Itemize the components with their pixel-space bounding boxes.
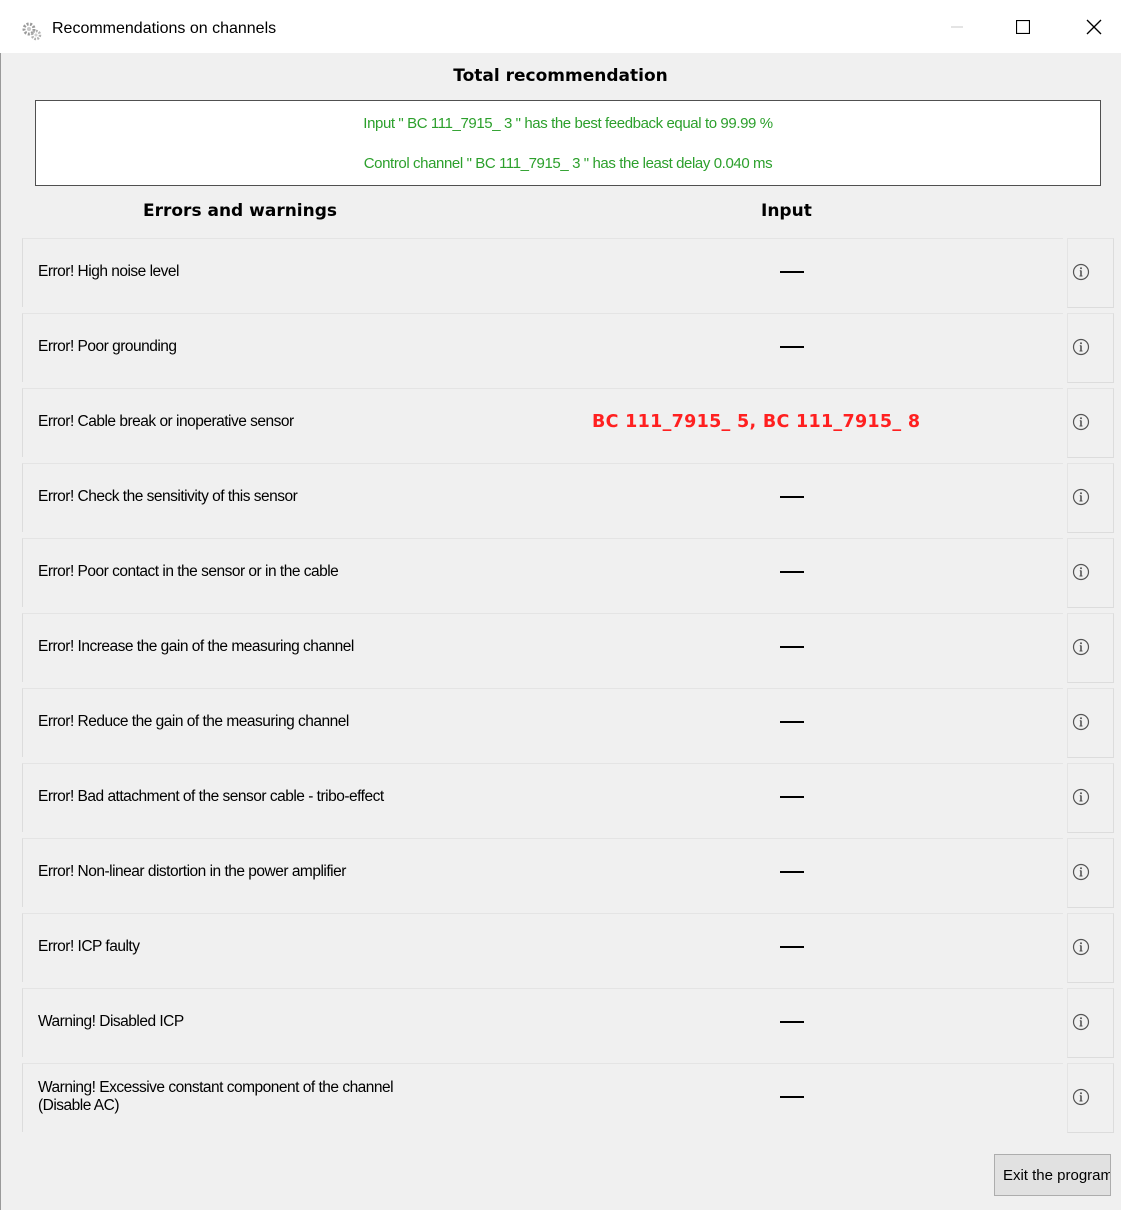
error-label: Error! Poor contact in the sensor or in … — [38, 562, 339, 580]
no-issue-dash — [582, 987, 1002, 1056]
no-issue-dash — [582, 537, 1002, 606]
info-circle-icon[interactable] — [1072, 563, 1090, 581]
dash-mark — [780, 645, 804, 648]
error-row: Error! Poor contact in the sensor or in … — [22, 537, 1114, 612]
info-circle-icon[interactable] — [1072, 338, 1090, 356]
exit-button-label: Exit the program — [1002, 1166, 1111, 1184]
info-circle-icon[interactable] — [1072, 1013, 1090, 1031]
no-issue-dash — [582, 312, 1002, 381]
gears-icon — [22, 22, 42, 41]
info-circle-icon[interactable] — [1072, 1088, 1090, 1106]
dash-mark — [780, 870, 804, 873]
error-row: Error! Non-linear distortion in the powe… — [22, 837, 1114, 912]
error-row: Error! Bad attachment of the sensor cabl… — [22, 762, 1114, 837]
affected-inputs: BC 111_7915_ 5, BC 111_7915_ 8 — [592, 411, 921, 432]
maximize-icon — [1016, 20, 1030, 34]
error-label: Error! ICP faulty — [38, 937, 140, 955]
no-issue-dash — [582, 462, 1002, 531]
error-label: Error! Non-linear distortion in the powe… — [38, 862, 346, 880]
no-issue-dash — [582, 237, 1002, 306]
error-row: Error! High noise level — [22, 237, 1114, 312]
window-title: Recommendations on channels — [52, 20, 277, 37]
dash-mark — [780, 570, 804, 573]
recommendation-box: Input " BC 111_7915_ 3 " has the best fe… — [35, 100, 1101, 186]
info-circle-icon[interactable] — [1072, 488, 1090, 506]
no-issue-dash — [582, 612, 1002, 681]
errors-warnings-header: Errors and warnings — [143, 201, 338, 221]
error-row: Error! Cable break or inoperative sensor… — [22, 387, 1114, 462]
info-circle-icon[interactable] — [1072, 638, 1090, 656]
exit-program-button[interactable]: Exit the program — [994, 1154, 1111, 1196]
no-issue-dash — [582, 912, 1002, 981]
error-row: Error! Reduce the gain of the measuring … — [22, 687, 1114, 762]
no-issue-dash — [582, 687, 1002, 756]
error-label: Error! Check the sensitivity of this sen… — [38, 487, 298, 505]
maximize-button[interactable] — [1000, 4, 1046, 50]
error-label: Error! Cable break or inoperative sensor — [38, 412, 294, 430]
minimize-icon — [951, 26, 963, 28]
no-issue-dash — [582, 1062, 1002, 1131]
close-button[interactable] — [1071, 4, 1117, 50]
error-row: Warning! Disabled ICP — [22, 987, 1114, 1062]
error-label: Warning! Excessive constant component of… — [38, 1078, 394, 1114]
error-label: Warning! Disabled ICP — [38, 1012, 184, 1030]
info-circle-icon[interactable] — [1072, 713, 1090, 731]
window-border — [0, 53, 1, 1210]
error-row: Error! Check the sensitivity of this sen… — [22, 462, 1114, 537]
dash-mark — [780, 345, 804, 348]
dash-mark — [780, 495, 804, 498]
error-label: Error! High noise level — [38, 262, 179, 280]
errors-list: Error! High noise level Error! Poor groun… — [22, 237, 1114, 1137]
dash-mark — [780, 1095, 804, 1098]
error-label: Error! Increase the gain of the measurin… — [38, 637, 354, 655]
info-circle-icon[interactable] — [1072, 788, 1090, 806]
no-issue-dash — [582, 837, 1002, 906]
error-label: Error! Bad attachment of the sensor cabl… — [38, 787, 384, 805]
minimize-button[interactable] — [934, 4, 980, 50]
dash-mark — [780, 270, 804, 273]
dash-mark — [780, 720, 804, 723]
total-recommendation-heading: Total recommendation — [453, 66, 668, 86]
dash-mark — [780, 945, 804, 948]
close-icon — [1086, 19, 1102, 35]
error-label: Error! Poor grounding — [38, 337, 177, 355]
error-row: Error! Increase the gain of the measurin… — [22, 612, 1114, 687]
no-issue-dash — [582, 762, 1002, 831]
info-circle-icon[interactable] — [1072, 863, 1090, 881]
least-delay-text: Control channel " BC 111_7915_ 3 " has t… — [363, 155, 773, 172]
error-label: Error! Reduce the gain of the measuring … — [38, 712, 349, 730]
info-circle-icon[interactable] — [1072, 938, 1090, 956]
info-circle-icon[interactable] — [1072, 263, 1090, 281]
info-circle-icon[interactable] — [1072, 413, 1090, 431]
dash-mark — [780, 795, 804, 798]
error-row: Warning! Excessive constant component of… — [22, 1062, 1114, 1137]
best-feedback-text: Input " BC 111_7915_ 3 " has the best fe… — [363, 115, 773, 132]
title-bar: Recommendations on channels — [0, 0, 1121, 53]
error-row: Error! Poor grounding — [22, 312, 1114, 387]
input-header: Input — [761, 201, 812, 221]
error-row: Error! ICP faulty — [22, 912, 1114, 987]
dash-mark — [780, 1020, 804, 1023]
